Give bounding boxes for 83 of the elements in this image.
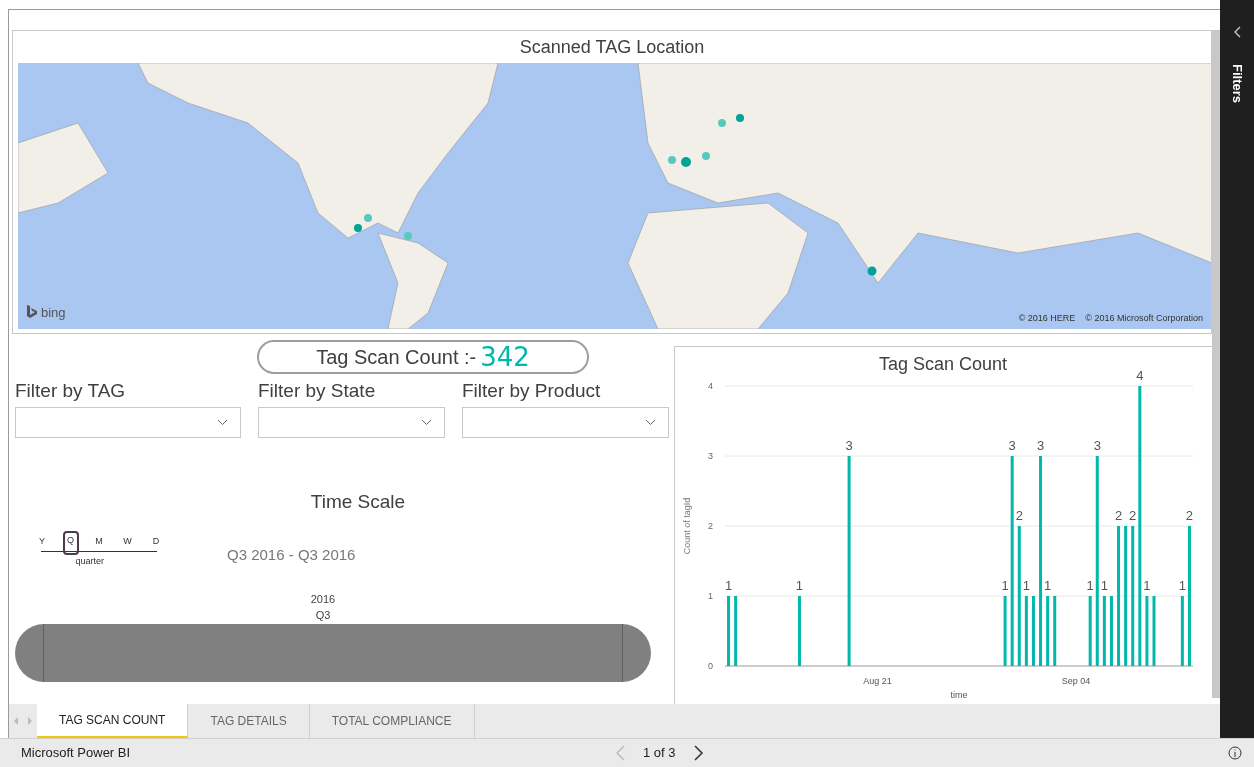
axis-tick-label: Sep 04 [1061, 676, 1091, 686]
bar [1102, 596, 1106, 666]
scroll-right-icon[interactable] [27, 717, 33, 725]
data-label: 1 [724, 578, 733, 593]
data-label: 3 [845, 438, 853, 453]
granularity-caption: quarter [75, 554, 105, 568]
data-label: 1 [795, 578, 804, 593]
filters-pane[interactable]: Filters [1220, 0, 1254, 738]
data-label: 2 [1129, 508, 1137, 523]
map-pin-icon [866, 265, 878, 277]
granularity-slider[interactable]: Y Q M W D quarter [37, 530, 161, 569]
data-label: 2 [1185, 508, 1194, 523]
granularity-level[interactable]: Q [62, 530, 79, 555]
data-label: 1 [1143, 578, 1151, 593]
granularity-level[interactable]: M [95, 534, 103, 547]
count-value: 342 [480, 340, 530, 374]
bar [734, 596, 738, 666]
granularity-level[interactable]: Y [39, 534, 45, 547]
bar [1109, 596, 1113, 666]
scrollbar[interactable] [1212, 30, 1220, 698]
bar [797, 596, 801, 666]
bar [727, 596, 731, 666]
data-label: 2 [1015, 508, 1023, 523]
time-scale-title: Time Scale [310, 490, 406, 514]
data-label: 1 [1100, 578, 1108, 593]
bar [1088, 596, 1092, 666]
axis-tick-label: 1 [708, 591, 713, 601]
count-label: Tag Scan Count :- [316, 345, 477, 370]
bar [1031, 596, 1035, 666]
filters-pane-label: Filters [1228, 64, 1246, 103]
data-label: 3 [1036, 438, 1045, 453]
period-year-label: 2016 [310, 591, 336, 607]
axis-tick-label: 2 [708, 521, 713, 531]
bing-logo-icon [26, 305, 38, 320]
data-label: 2 [1114, 508, 1123, 523]
chevron-down-icon [645, 419, 656, 426]
data-label: 1 [1086, 578, 1094, 593]
collapse-icon[interactable] [1233, 26, 1241, 38]
bar [1180, 596, 1184, 666]
map-credit: © 2016 HERE [1018, 311, 1076, 325]
bar [1053, 596, 1057, 666]
axis-tick-label: 0 [708, 661, 713, 671]
granularity-level[interactable]: W [123, 534, 132, 547]
map-credit: © 2016 Microsoft Corporation [1085, 311, 1203, 325]
data-label: 1 [1044, 578, 1052, 593]
page-tab[interactable]: TAG SCAN COUNT [37, 704, 189, 738]
bar [1024, 596, 1028, 666]
filter-label: Filter by State [258, 379, 377, 403]
y-axis-title: Count of tagId [682, 497, 692, 555]
chevron-down-icon [421, 419, 432, 426]
granularity-level[interactable]: D [152, 534, 160, 547]
data-label: 1 [1178, 578, 1186, 593]
info-icon[interactable] [1228, 746, 1242, 760]
bar [1145, 596, 1149, 666]
filter-dropdown[interactable] [462, 407, 669, 438]
filter-label: Filter by Product [462, 379, 602, 403]
next-page-icon[interactable] [693, 745, 704, 761]
time-range-label: Q3 2016 - Q3 2016 [227, 544, 356, 565]
data-label: 1 [1001, 578, 1009, 593]
scroll-left-icon[interactable] [13, 717, 19, 725]
data-label: 4 [1136, 368, 1144, 383]
map-logo: bing [41, 303, 66, 322]
data-label: 3 [1008, 438, 1016, 453]
data-label: 3 [1093, 438, 1101, 453]
period-label: Q3 [315, 608, 331, 623]
map-title: Scanned TAG Location [518, 36, 706, 59]
filter-label: Filter by TAG [15, 379, 127, 403]
chevron-down-icon [217, 419, 228, 426]
page-indicator: 1 of 3 [643, 744, 676, 763]
bar [1046, 596, 1050, 666]
axis-tick-label: 4 [708, 381, 713, 391]
app-name: Microsoft Power BI [21, 744, 131, 763]
chart-title: Tag Scan Count [878, 354, 1008, 374]
data-label: 1 [1022, 578, 1030, 593]
filter-dropdown[interactable] [258, 407, 445, 438]
bar [1003, 596, 1007, 666]
axis-tick-label: 3 [708, 451, 713, 461]
filter-dropdown[interactable] [15, 407, 241, 438]
timeline-period-bar[interactable] [15, 623, 651, 682]
previous-page-icon[interactable] [615, 745, 625, 761]
bar [1152, 596, 1156, 666]
axis-tick-label: Aug 21 [863, 676, 892, 686]
x-axis-title: time [950, 690, 968, 700]
